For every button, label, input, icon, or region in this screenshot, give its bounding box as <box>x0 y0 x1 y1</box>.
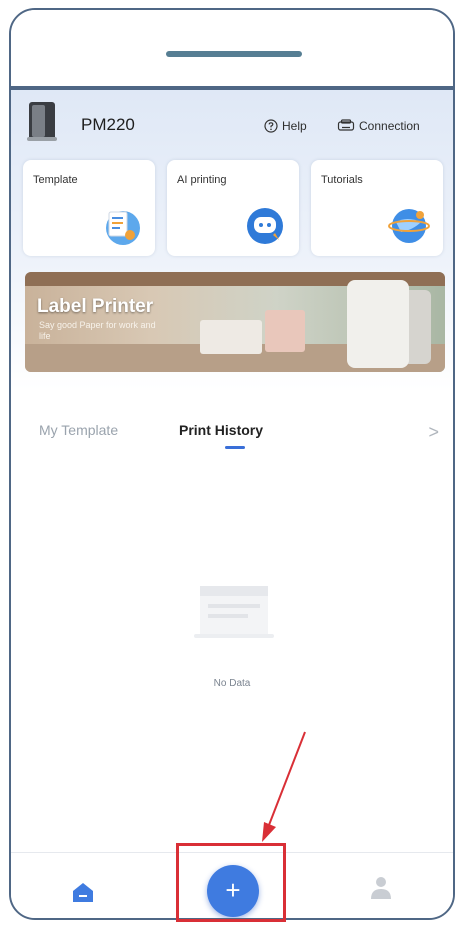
feature-cards: Template AI printing Tutorials <box>23 160 443 256</box>
home-icon[interactable] <box>71 881 95 903</box>
active-tab-indicator <box>225 446 245 449</box>
pull-bar[interactable] <box>166 51 302 57</box>
template-icon <box>106 211 140 245</box>
chevron-right-icon[interactable]: > <box>428 422 439 443</box>
top-strip <box>11 10 453 86</box>
device-name[interactable]: PM220 <box>81 115 135 135</box>
highlight-box <box>176 843 286 922</box>
banner-title: Label Printer <box>37 296 154 317</box>
template-card[interactable]: Template <box>23 160 155 256</box>
phone-frame: PM220 Help Connection Template AI printi… <box>9 8 455 920</box>
globe-icon <box>388 209 430 243</box>
profile-icon[interactable] <box>369 875 393 901</box>
empty-box-icon <box>194 586 274 638</box>
help-label: Help <box>282 119 307 133</box>
card-label: AI printing <box>177 174 227 186</box>
content-tabs: My Template Print History > <box>11 410 453 460</box>
chat-icon <box>247 208 283 244</box>
card-label: Template <box>33 174 78 186</box>
no-data-message: No Data <box>213 678 251 689</box>
tab-print-history[interactable]: Print History <box>179 422 263 438</box>
tutorials-card[interactable]: Tutorials <box>311 160 443 256</box>
banner-subtitle: Say good Paper for work and life <box>39 320 156 341</box>
ai-printing-card[interactable]: AI printing <box>167 160 299 256</box>
printer-thumbnail[interactable] <box>27 102 57 141</box>
connection-button[interactable]: Connection <box>337 119 420 133</box>
app-header: PM220 Help Connection <box>11 90 453 160</box>
connection-icon <box>337 119 355 131</box>
connection-label: Connection <box>359 119 420 133</box>
banner-printer-image <box>347 280 409 368</box>
card-label: Tutorials <box>321 174 363 186</box>
help-button[interactable]: Help <box>264 119 307 133</box>
promo-banner[interactable]: Label Printer Say good Paper for work an… <box>25 272 445 372</box>
tab-my-template[interactable]: My Template <box>39 422 118 438</box>
help-icon <box>264 119 278 133</box>
